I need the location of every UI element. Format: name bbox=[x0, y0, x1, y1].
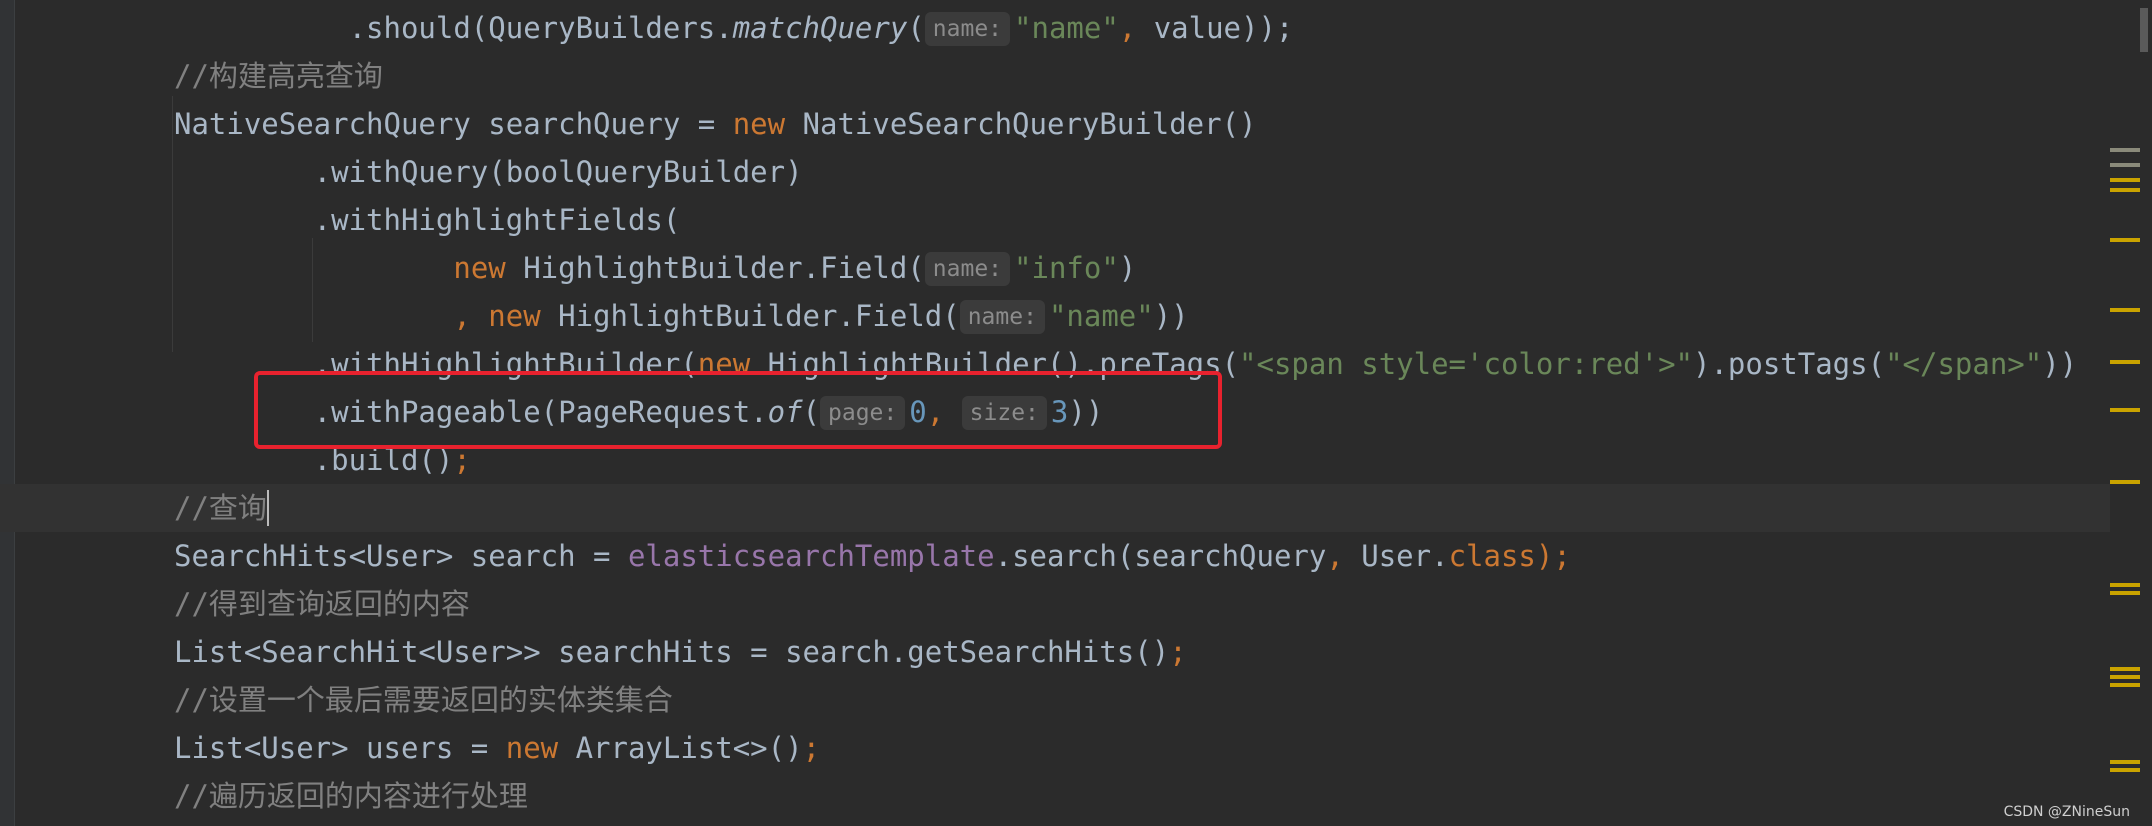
code-token: "name" bbox=[1048, 299, 1154, 333]
code-token: .withHighlightFields( bbox=[174, 203, 681, 237]
code-token: ArrayList<>() bbox=[575, 731, 803, 765]
annotation-highlight-box bbox=[254, 371, 1222, 449]
scroll-marker[interactable] bbox=[2110, 591, 2140, 595]
code-editor[interactable]: .should(QueryBuilders.matchQuery(name: "n… bbox=[0, 0, 2152, 826]
code-token: ; bbox=[1169, 635, 1187, 669]
code-line[interactable]: //得到查询返回的内容 bbox=[0, 580, 2110, 628]
code-line[interactable]: .withHighlightFields( bbox=[0, 196, 2110, 244]
code-token: new bbox=[453, 251, 524, 285]
parameter-hint: name: bbox=[924, 12, 1011, 46]
scroll-marker[interactable] bbox=[2110, 148, 2140, 152]
code-token: , new bbox=[453, 299, 559, 333]
code-line[interactable]: //遍历返回的内容进行处理 bbox=[0, 772, 2110, 820]
code-line[interactable]: SearchHits<User> search = elasticsearchT… bbox=[0, 532, 2110, 580]
code-token: //设置一个最后需要返回的实体类集合 bbox=[174, 683, 673, 717]
code-line[interactable]: //查询 bbox=[0, 484, 2110, 532]
code-token: new bbox=[505, 731, 576, 765]
mini-marker bbox=[2140, 8, 2148, 52]
text-caret bbox=[266, 490, 269, 526]
code-token: value)); bbox=[1153, 11, 1294, 45]
scroll-marker[interactable] bbox=[2110, 675, 2140, 679]
code-token: matchQuery bbox=[732, 11, 908, 45]
code-token: NativeSearchQueryBuilder() bbox=[802, 107, 1257, 141]
scroll-marker[interactable] bbox=[2110, 583, 2140, 587]
code-token: new bbox=[732, 107, 803, 141]
scroll-marker[interactable] bbox=[2110, 408, 2140, 412]
code-token: ) bbox=[1118, 251, 1137, 285]
code-token: .withQuery(boolQueryBuilder) bbox=[174, 155, 803, 189]
code-token: NativeSearchQuery searchQuery = bbox=[174, 107, 733, 141]
scroll-marker[interactable] bbox=[2110, 308, 2140, 312]
code-line[interactable]: new HighlightBuilder.Field(name: "info") bbox=[0, 244, 2110, 292]
scroll-marker[interactable] bbox=[2110, 480, 2140, 484]
code-token: ; bbox=[802, 731, 821, 765]
code-token: List<User> users = bbox=[174, 731, 506, 765]
code-token: )) bbox=[1153, 299, 1189, 333]
code-token: , bbox=[1118, 11, 1154, 45]
code-line[interactable]: List<User> users = new ArrayList<>(); bbox=[0, 724, 2110, 772]
code-token: //遍历返回的内容进行处理 bbox=[174, 779, 528, 813]
code-token: "</span>" bbox=[1885, 347, 2043, 381]
error-stripe[interactable] bbox=[2110, 0, 2152, 826]
parameter-hint: name: bbox=[924, 252, 1011, 286]
code-token: ).postTags( bbox=[1693, 347, 1886, 381]
code-token: , bbox=[1326, 539, 1362, 573]
scroll-marker[interactable] bbox=[2110, 360, 2140, 364]
code-line[interactable]: //设置一个最后需要返回的实体类集合 bbox=[0, 676, 2110, 724]
code-token: .search(searchQuery bbox=[994, 539, 1327, 573]
code-token: HighlightBuilder.Field( bbox=[558, 299, 960, 333]
code-token: //得到查询返回的内容 bbox=[174, 587, 470, 621]
code-line[interactable]: .withQuery(boolQueryBuilder) bbox=[0, 148, 2110, 196]
parameter-hint: name: bbox=[959, 300, 1045, 334]
code-token: HighlightBuilder.Field( bbox=[523, 251, 925, 285]
code-token: "name" bbox=[1014, 11, 1119, 45]
scroll-marker[interactable] bbox=[2110, 178, 2140, 182]
scroll-marker[interactable] bbox=[2110, 683, 2140, 687]
code-line[interactable]: //构建高亮查询 bbox=[0, 52, 2110, 100]
code-token: //构建高亮查询 bbox=[174, 59, 383, 93]
scroll-marker[interactable] bbox=[2110, 163, 2140, 167]
code-token: SearchHits<User> search = bbox=[174, 539, 628, 573]
scroll-marker[interactable] bbox=[2110, 238, 2140, 242]
code-token: ); bbox=[1535, 539, 1571, 573]
code-token: //查询 bbox=[174, 491, 267, 525]
code-token: User. bbox=[1361, 539, 1449, 573]
code-line[interactable]: , new HighlightBuilder.Field(name: "name"… bbox=[0, 292, 2110, 340]
code-token: List<SearchHit<User>> searchHits = searc… bbox=[174, 635, 1170, 669]
code-line[interactable]: List<SearchHit<User>> searchHits = searc… bbox=[0, 628, 2110, 676]
code-line[interactable]: NativeSearchQuery searchQuery = new Nati… bbox=[0, 100, 2110, 148]
code-token: ( bbox=[907, 11, 925, 45]
code-line[interactable]: .should(QueryBuilders.matchQuery(name: "n… bbox=[0, 4, 2110, 52]
code-token: )) bbox=[2042, 347, 2078, 381]
code-token: class bbox=[1448, 539, 1536, 573]
code-token: .should(QueryBuilders. bbox=[174, 11, 733, 45]
code-token: "info" bbox=[1014, 251, 1119, 285]
code-token: "<span style='color:red'>" bbox=[1239, 347, 1693, 381]
code-token: elasticsearchTemplate bbox=[627, 539, 995, 573]
scroll-marker[interactable] bbox=[2110, 188, 2140, 192]
scroll-marker[interactable] bbox=[2110, 667, 2140, 671]
scroll-marker[interactable] bbox=[2110, 768, 2140, 772]
scroll-marker[interactable] bbox=[2110, 760, 2140, 764]
watermark: CSDN @ZNineSun bbox=[2003, 804, 2130, 820]
